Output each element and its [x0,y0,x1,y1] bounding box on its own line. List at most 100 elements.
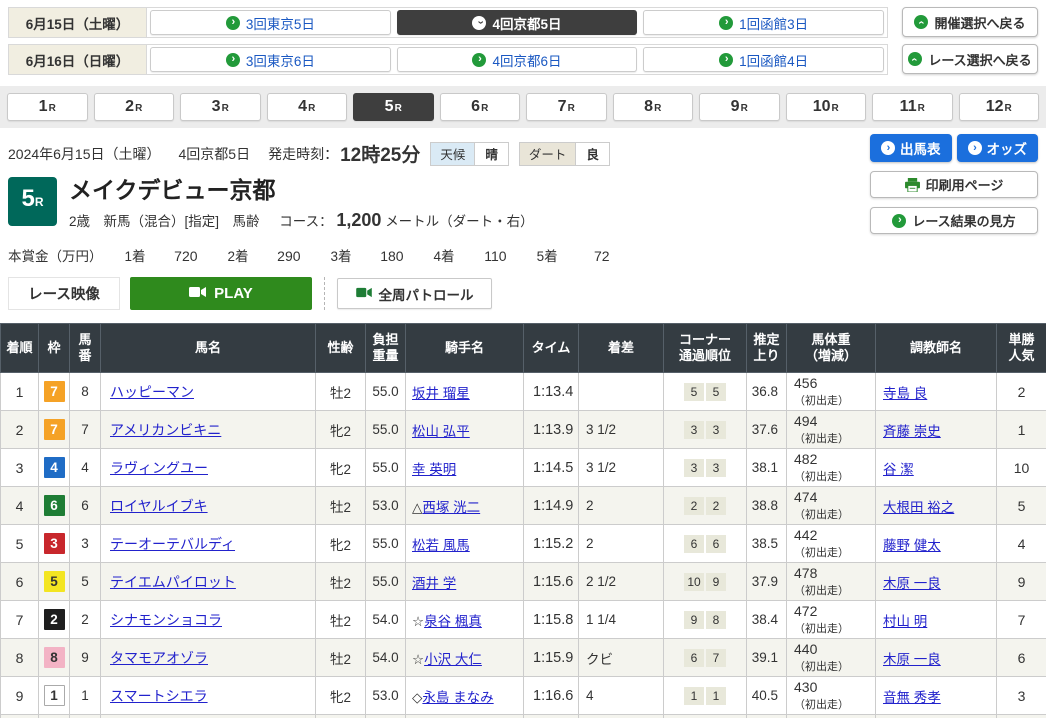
shutsuba-button[interactable]: › 出馬表 [870,134,952,162]
meeting-button[interactable]: ›3回東京5日 [150,10,391,35]
print-page-button[interactable]: 印刷用ページ [870,171,1038,198]
finish-time: 1:15.8 [524,601,579,639]
corner-positions: 33 [664,411,747,449]
prize-amount: 180 [368,248,404,264]
race-tab-9r[interactable]: 9R [699,93,780,121]
horse-name-cell: ラヴィングユー [101,449,316,487]
prize-item: 5着72 [537,245,640,265]
jockey-link[interactable]: 西塚 洸二 [422,500,480,515]
race-tab-7r[interactable]: 7R [526,93,607,121]
win-popularity: 2 [997,373,1046,411]
odds-label: オッズ [987,138,1028,158]
race-video-label: レース映像 [8,277,120,310]
sex-age: 牡2 [316,601,366,639]
table-row: 277アメリカンビキニ牝255.0松山 弘平1:13.93 1/23337.64… [1,411,1046,449]
horse-number: 1 [70,677,101,715]
meeting-label: 3回東京6日 [246,50,315,70]
meeting-button[interactable]: ›3回東京6日 [150,47,391,72]
carried-weight: 55.0 [366,373,406,411]
margin: 2 [579,525,664,563]
horse-name-link[interactable]: テイエムパイロット [110,574,236,590]
chevron-down-circle-icon: › [472,16,486,30]
result-guide-button[interactable]: › レース結果の見方 [870,207,1038,234]
trainer-link[interactable]: 寺島 良 [883,386,927,401]
sex-age: 牡2 [316,373,366,411]
corner-positions: 109 [664,563,747,601]
trainer-link[interactable]: 斉藤 崇史 [883,424,941,439]
jockey-link[interactable]: 坂井 瑠星 [412,386,470,401]
meeting-button[interactable]: ›1回函館3日 [643,10,884,35]
race-tab-11r[interactable]: 11R [872,93,953,121]
sex-age: 牝2 [316,449,366,487]
date-row: 6月15日（土曜）›3回東京5日›4回京都5日›1回函館3日 [8,7,888,38]
column-header: タイム [524,324,579,373]
horse-name-link[interactable]: ハッピーマン [110,384,194,400]
odds-button[interactable]: › オッズ [957,134,1039,162]
finish-position: 6 [1,563,39,601]
frame-badge: 3 [44,533,65,554]
frame-badge: 7 [44,419,65,440]
race-tab-12r[interactable]: 12R [959,93,1040,121]
trainer-link[interactable]: 音無 秀孝 [883,690,941,705]
race-conditions-text: 2歳 新馬（混合）[指定] 馬齢 [69,214,260,229]
trainer-link[interactable]: 藤野 健太 [883,538,941,553]
patrol-video-button[interactable]: 全周パトロール [337,278,492,309]
horse-name-link[interactable]: テーオーテバルディ [110,536,235,552]
horse-name-link[interactable]: シナモンショコラ [110,612,222,628]
body-weight-note: （初出走） [794,471,849,483]
trainer-link[interactable]: 谷 潔 [883,462,914,477]
race-tab-2r[interactable]: 2R [94,93,175,121]
trainer-link[interactable]: 村山 明 [883,614,927,629]
body-weight: 478 [794,565,817,581]
jockey-link[interactable]: 泉谷 楓真 [424,614,482,629]
trainer-link[interactable]: 木原 一良 [883,652,941,667]
corner-positions: 55 [664,373,747,411]
horse-name-cell: ロイヤルイブキ [101,487,316,525]
back-to-race-select-button[interactable]: › レース選択へ戻る [902,44,1038,74]
jockey-cell: ☆小沢 大仁 [406,639,524,677]
jockey-link[interactable]: 酒井 学 [412,576,456,591]
horse-name-cell: タマモアオゾラ [101,639,316,677]
back-to-kaisai-button[interactable]: › 開催選択へ戻る [902,7,1038,37]
back-to-race-select-label: レース選択へ戻る [928,50,1031,69]
meeting-button[interactable]: ›1回函館4日 [643,47,884,72]
column-header: 着差 [579,324,664,373]
jockey-link[interactable]: 松若 風馬 [412,538,470,553]
race-tab-8r[interactable]: 8R [613,93,694,121]
race-tab-3r[interactable]: 3R [180,93,261,121]
last-3f-time: 38.4 [747,601,787,639]
race-tab-6r[interactable]: 6R [440,93,521,121]
horse-name-link[interactable]: アメリカンビキニ [110,422,221,438]
jockey-link[interactable]: 松山 弘平 [412,424,470,439]
jockey-link[interactable]: 幸 英明 [412,462,456,477]
horse-name-link[interactable]: スマートシエラ [110,688,208,704]
jockey-link[interactable]: 永島 まなみ [422,690,493,705]
race-tab-4r[interactable]: 4R [267,93,348,121]
horse-name-link[interactable]: ラヴィングユー [110,460,208,476]
jockey-link[interactable]: 小沢 大仁 [424,652,482,667]
trainer-cell: 斉藤 崇史 [876,411,997,449]
table-row: 655テイエムパイロット牡255.0酒井 学1:15.62 1/210937.9… [1,563,1046,601]
play-button[interactable]: PLAY [130,277,312,310]
trainer-link[interactable]: 大根田 裕之 [883,500,954,515]
carried-weight: 55.0 [366,411,406,449]
print-page-label: 印刷用ページ [926,175,1004,194]
horse-name-link[interactable]: ロイヤルイブキ [110,498,208,514]
race-tab-1r[interactable]: 1R [7,93,88,121]
jockey-cell: △西塚 洸二 [406,487,524,525]
body-weight-note: （初出走） [794,509,849,521]
horse-name-link[interactable]: タマモアオゾラ [110,650,208,666]
race-tab-5r[interactable]: 5R [353,93,434,121]
course-label: コース： [279,214,332,229]
win-popularity: 9 [997,563,1046,601]
horse-name-cell: スマートシエラ [101,677,316,715]
frame-cell: 4 [39,449,70,487]
meeting-button[interactable]: ›4回京都6日 [397,47,638,72]
race-tab-10r[interactable]: 10R [786,93,867,121]
meeting-button[interactable]: ›4回京都5日 [397,10,638,35]
frame-cell: 5 [39,563,70,601]
last-3f-time: 38.8 [747,487,787,525]
trainer-link[interactable]: 木原 一良 [883,576,941,591]
body-weight: 482 [794,451,817,467]
body-weight-cell: 482 （初出走） [787,449,876,487]
